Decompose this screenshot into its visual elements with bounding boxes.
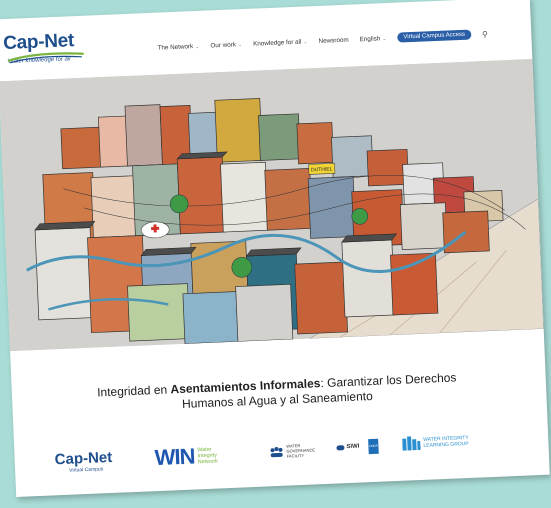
partner-capnet-name: Cap-Net <box>54 448 113 469</box>
virtual-campus-access-button[interactable]: Virtual Campus Access <box>397 29 472 43</box>
people-icon <box>270 446 283 457</box>
partner-wgf-line: FACILITY <box>286 452 305 459</box>
shop-sign-text: DUTHIEL <box>311 166 333 173</box>
informal-settlement-illustration: DUTHIEL <box>0 58 544 352</box>
partner-wgf-logo[interactable]: WATER GOVERNANCE FACILITY <box>269 442 315 459</box>
hero-illustration: DUTHIEL <box>0 58 544 352</box>
siwi-icon <box>336 444 345 451</box>
chevron-down-icon: ⌄ <box>237 41 243 48</box>
nav-item-our-work[interactable]: Our work ⌄ <box>210 41 242 49</box>
partner-undp-logo[interactable]: UNDP <box>368 438 379 455</box>
partner-logos: Cap-Net Virtual Campus WIN Water Integri… <box>54 430 525 490</box>
title-suffix: : Garantizar los Derechos <box>320 370 457 391</box>
nav-item-label: Our work <box>210 40 237 49</box>
partner-win-logo[interactable]: WIN Water Integrity Network <box>154 443 218 472</box>
partner-wgf-text: WATER GOVERNANCE FACILITY <box>286 442 315 459</box>
partner-win-sub-line: Network <box>197 458 218 466</box>
partner-siwi-name: SIWI <box>346 443 360 451</box>
partner-win-name: WIN <box>154 443 195 471</box>
search-icon[interactable]: ⚲ <box>482 29 488 38</box>
partner-win-sub: Water Integrity Network <box>197 447 218 466</box>
partner-capnet-logo[interactable]: Cap-Net Virtual Campus <box>54 449 112 474</box>
nav-item-label: Newsroom <box>318 36 349 45</box>
main-nav: The Network ⌄ Our work ⌄ Knowledge for all… <box>157 29 488 53</box>
nav-item-newsroom[interactable]: Newsroom <box>318 36 348 44</box>
language-selector[interactable]: English ⌄ <box>359 35 386 43</box>
partner-capnet-sub: Virtual Campus <box>69 466 104 474</box>
chevron-down-icon: ⌄ <box>382 35 387 42</box>
nav-item-label: The Network <box>157 42 194 52</box>
chevron-down-icon: ⌄ <box>195 43 200 50</box>
chevron-down-icon: ⌄ <box>303 38 308 46</box>
partner-wilg-logo[interactable]: WATER INTEGRITY LEARNING GROUP <box>402 434 469 451</box>
nav-item-label: Knowledge for all <box>252 38 302 48</box>
webpage-screenshot: Cap-Net Water knowledge for all The Netw… <box>0 0 550 497</box>
nav-item-the-network[interactable]: The Network ⌄ <box>157 42 199 51</box>
partner-siwi-logo[interactable]: SIWI <box>336 443 360 451</box>
cap-net-logo[interactable]: Cap-Net Water knowledge for all <box>3 30 84 65</box>
logo-swoosh-icon <box>7 52 84 64</box>
partner-wilg-line: LEARNING GROUP <box>423 440 469 449</box>
partner-undp-name: UNDP <box>369 443 378 449</box>
title-prefix: Integridad en <box>96 382 171 400</box>
page-title: Integridad en Asentamientos Informales: … <box>52 369 503 418</box>
nav-item-knowledge-for-all[interactable]: Knowledge for all ⌄ <box>253 38 308 47</box>
partner-wilg-text: WATER INTEGRITY LEARNING GROUP <box>423 435 469 449</box>
language-label: English <box>359 34 381 43</box>
bars-icon <box>402 436 421 451</box>
